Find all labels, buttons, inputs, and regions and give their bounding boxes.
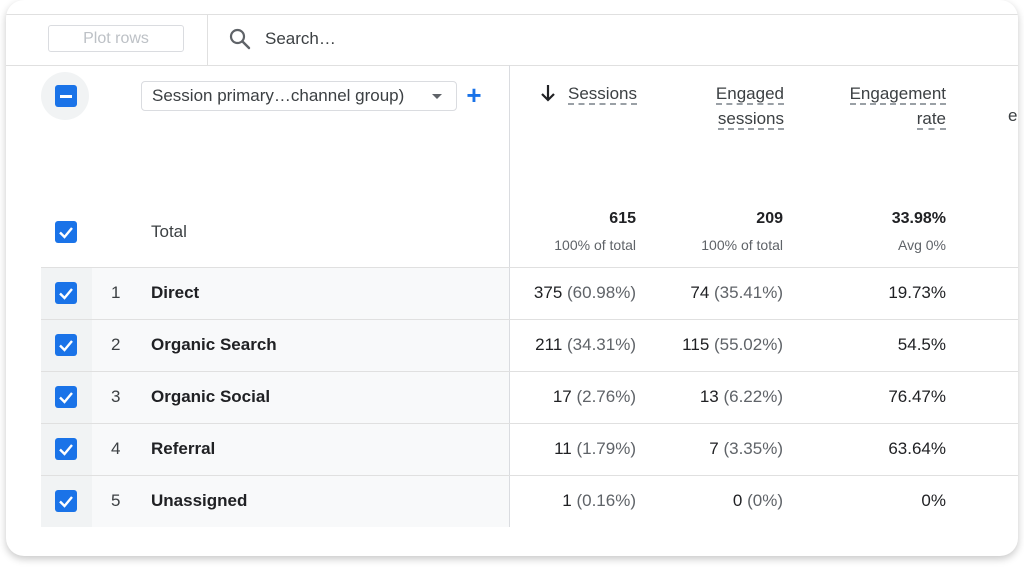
row-checkbox[interactable] bbox=[55, 386, 77, 408]
toolbar-divider bbox=[207, 15, 208, 65]
row-engaged-pct: (0%) bbox=[747, 491, 783, 510]
total-sessions-value: 615 bbox=[609, 210, 636, 227]
checkmark-icon bbox=[59, 392, 73, 404]
arrow-down-icon[interactable] bbox=[539, 83, 557, 103]
add-dimension-button[interactable]: + bbox=[464, 80, 484, 110]
total-sessions-sub: 100% of total bbox=[554, 237, 636, 253]
row-engaged: 115 (55.02%) bbox=[631, 335, 783, 355]
row-engaged-value: 7 bbox=[709, 439, 719, 458]
row-sessions-value: 1 bbox=[562, 491, 572, 510]
column-header-label: rate bbox=[916, 109, 946, 130]
row-sessions-value: 211 bbox=[535, 335, 563, 354]
row-index: 2 bbox=[111, 335, 121, 354]
row-engaged-value: 0 bbox=[732, 491, 743, 510]
dimension-select[interactable]: Session primary…channel group) bbox=[141, 81, 457, 111]
total-engaged-value: 209 bbox=[756, 210, 783, 227]
row-index: 4 bbox=[111, 439, 121, 458]
row-checkbox[interactable] bbox=[55, 282, 77, 304]
row-engaged-pct: (3.35%) bbox=[723, 439, 783, 458]
row-sessions-pct: (1.79%) bbox=[576, 439, 636, 458]
search-icon[interactable] bbox=[228, 27, 252, 51]
row-checkbox[interactable] bbox=[55, 438, 77, 460]
table-row[interactable]: 1 Direct 375 (60.98%) 74 (35.41%) 19.73% bbox=[41, 267, 1018, 319]
checkmark-icon bbox=[59, 227, 73, 239]
row-sessions: 1 (0.16%) bbox=[481, 491, 636, 511]
total-rate-value: 33.98% bbox=[891, 210, 946, 227]
total-rate-sub: Avg 0% bbox=[898, 237, 946, 253]
row-engaged-value: 74 bbox=[690, 283, 710, 302]
table-row[interactable]: 2 Organic Search 211 (34.31%) 115 (55.02… bbox=[41, 319, 1018, 371]
row-sessions: 375 (60.98%) bbox=[481, 283, 636, 303]
checkmark-icon bbox=[59, 444, 73, 456]
column-header-sessions[interactable]: Sessions bbox=[561, 81, 637, 106]
row-engaged-value: 13 bbox=[699, 387, 719, 406]
row-index: 3 bbox=[111, 387, 121, 406]
column-header-label: Engagement bbox=[849, 84, 946, 105]
table-row[interactable]: 3 Organic Social 17 (2.76%) 13 (6.22%) 7… bbox=[41, 371, 1018, 423]
table-row[interactable]: 5 Unassigned 1 (0.16%) 0 (0%) 0% bbox=[41, 475, 1018, 527]
row-sessions-pct: (60.98%) bbox=[567, 283, 636, 302]
total-engaged-sub: 100% of total bbox=[701, 237, 783, 253]
row-sessions: 17 (2.76%) bbox=[481, 387, 636, 407]
column-header-engaged-sessions[interactable]: Engaged sessions bbox=[666, 81, 784, 131]
column-header-engagement-rate[interactable]: Engagement rate bbox=[821, 81, 946, 131]
row-engaged: 0 (0%) bbox=[631, 491, 783, 511]
row-index: 5 bbox=[111, 491, 121, 510]
total-row-checkbox[interactable] bbox=[55, 221, 77, 243]
select-all-checkbox[interactable] bbox=[41, 72, 89, 120]
row-sessions-value: 11 bbox=[554, 439, 572, 458]
row-engaged: 7 (3.35%) bbox=[631, 439, 783, 459]
checkmark-icon bbox=[59, 496, 73, 508]
column-header-cutoff: e bbox=[1008, 106, 1018, 125]
table-toolbar: Plot rows Search… bbox=[6, 14, 1018, 66]
row-engagement-rate: 54.5% bbox=[897, 335, 946, 354]
row-sessions-value: 375 bbox=[533, 283, 563, 302]
row-sessions-pct: (2.76%) bbox=[576, 387, 636, 406]
checkmark-icon bbox=[59, 288, 73, 300]
row-sessions: 211 (34.31%) bbox=[481, 335, 636, 355]
row-checkbox[interactable] bbox=[55, 490, 77, 512]
report-table-card: Plot rows Search… Session primary…channe… bbox=[6, 0, 1018, 556]
row-sessions-value: 17 bbox=[552, 387, 572, 406]
row-sessions: 11 (1.79%) bbox=[481, 439, 636, 459]
row-channel-name: Referral bbox=[151, 439, 216, 458]
search-input[interactable]: Search… bbox=[265, 29, 336, 49]
table-row[interactable]: 4 Referral 11 (1.79%) 7 (3.35%) 63.64% bbox=[41, 423, 1018, 475]
row-engagement-rate: 19.73% bbox=[888, 283, 946, 302]
dimension-select-value: Session primary…channel group) bbox=[152, 86, 405, 105]
row-engagement-rate: 0% bbox=[921, 491, 946, 510]
row-sessions-pct: (34.31%) bbox=[567, 335, 636, 354]
column-header-label: Engaged bbox=[715, 84, 784, 105]
row-engaged-value: 115 bbox=[682, 335, 710, 354]
row-engaged: 13 (6.22%) bbox=[631, 387, 783, 407]
chevron-down-icon bbox=[432, 94, 442, 99]
row-engaged-pct: (55.02%) bbox=[714, 335, 783, 354]
row-checkbox[interactable] bbox=[55, 334, 77, 356]
row-channel-name: Organic Search bbox=[151, 335, 277, 354]
plot-rows-button[interactable]: Plot rows bbox=[48, 25, 184, 52]
column-header-label: sessions bbox=[717, 109, 784, 130]
row-engagement-rate: 63.64% bbox=[888, 439, 946, 458]
table-body: 1 Direct 375 (60.98%) 74 (35.41%) 19.73%… bbox=[41, 267, 1018, 527]
row-index: 1 bbox=[111, 283, 121, 302]
row-channel-name: Organic Social bbox=[151, 387, 271, 406]
checkmark-icon bbox=[59, 340, 73, 352]
total-label: Total bbox=[151, 222, 187, 241]
row-engaged-pct: (6.22%) bbox=[723, 387, 783, 406]
row-engagement-rate: 76.47% bbox=[888, 387, 946, 406]
row-channel-name: Direct bbox=[151, 283, 200, 302]
column-header-label: Sessions bbox=[568, 84, 637, 105]
row-sessions-pct: (0.16%) bbox=[576, 491, 636, 510]
row-engaged: 74 (35.41%) bbox=[631, 283, 783, 303]
row-engaged-pct: (35.41%) bbox=[714, 283, 783, 302]
row-channel-name: Unassigned bbox=[151, 491, 248, 510]
checkbox-indeterminate-icon bbox=[55, 85, 77, 107]
